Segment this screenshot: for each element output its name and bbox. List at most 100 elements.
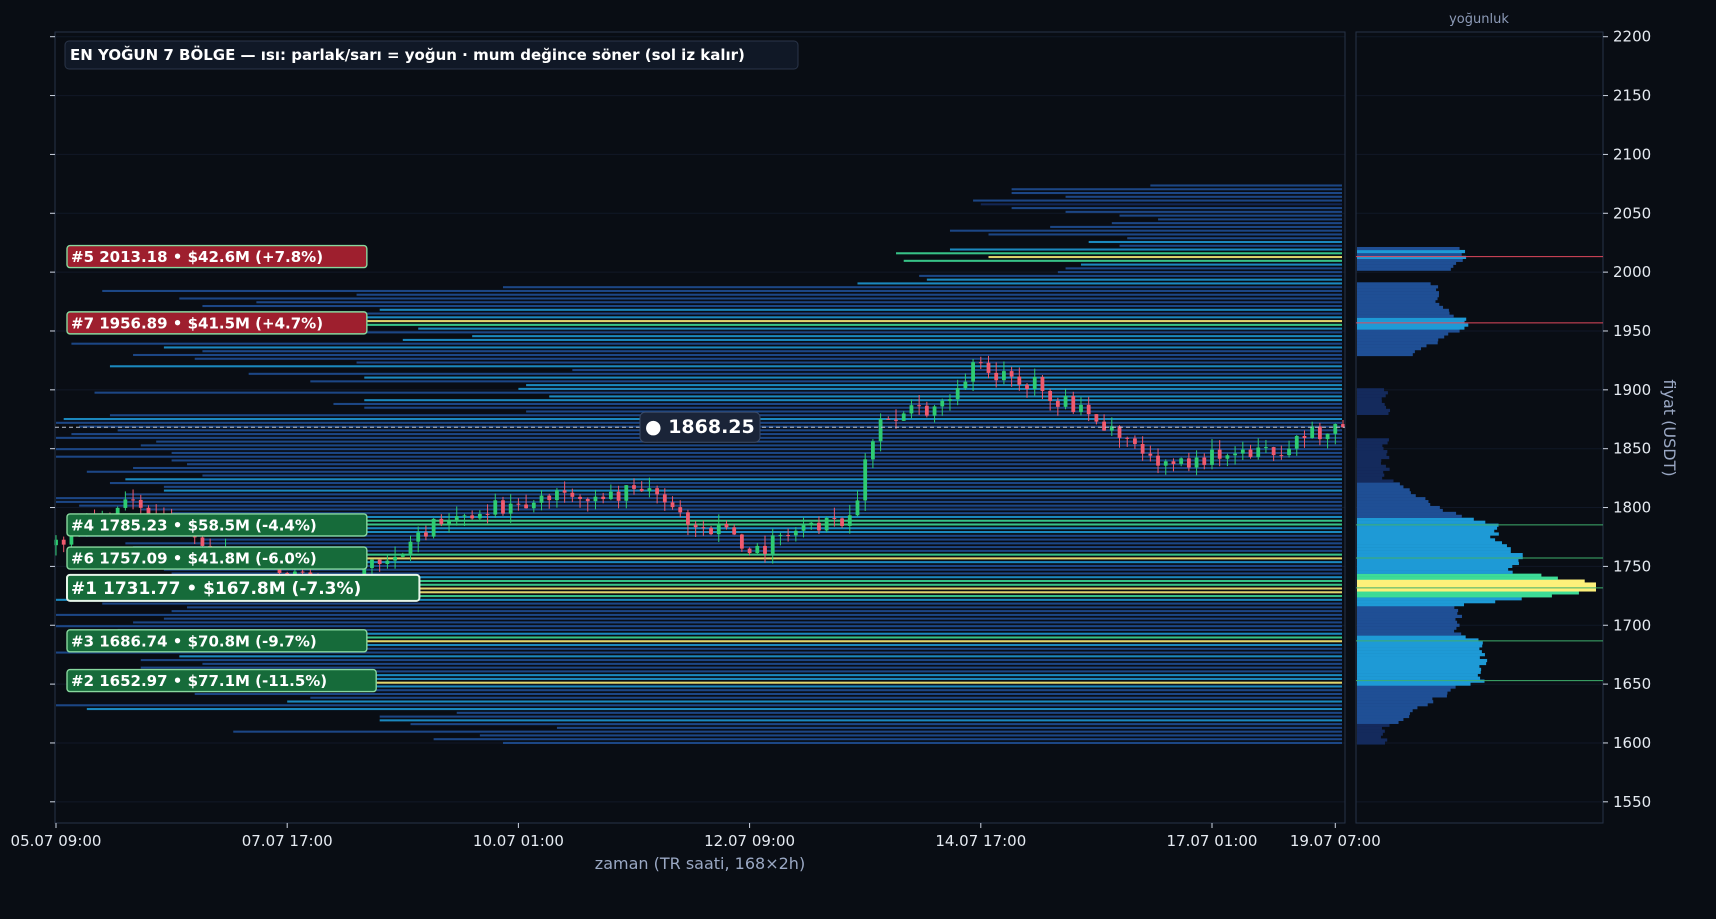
candle-body [832, 517, 837, 519]
profile-bar [1357, 267, 1451, 271]
profile-bar [1357, 661, 1487, 666]
profile-bar [1357, 517, 1474, 521]
profile-bar [1357, 658, 1488, 663]
x-tick-label: 12.07 09:00 [704, 832, 795, 850]
y-tick-label: 1800 [1613, 499, 1651, 517]
heat-level [56, 448, 1342, 451]
candle-body [593, 496, 598, 502]
profile-bar [1357, 644, 1483, 648]
candle-body [408, 541, 413, 554]
heat-level [109, 365, 1343, 368]
heat-level [86, 470, 1343, 473]
candle-body [940, 400, 945, 407]
heat-level [140, 444, 1342, 447]
profile-bar [1357, 294, 1439, 298]
profile-bar [1357, 479, 1394, 483]
profile-bar [1357, 653, 1485, 657]
candle-body [1009, 371, 1014, 377]
candle-body [1002, 371, 1006, 381]
candle-body [439, 518, 444, 525]
heat-level [102, 289, 1343, 292]
profile-bar [1357, 341, 1438, 345]
x-tick-label: 14.07 17:00 [935, 832, 1026, 850]
profile-bar [1357, 447, 1384, 451]
profile-bar [1357, 308, 1449, 312]
profile-bar [1357, 452, 1387, 457]
candle-body [847, 515, 852, 526]
candle-body [447, 520, 451, 525]
candle-body [809, 522, 814, 525]
profile-bar [1357, 667, 1482, 671]
profile-bar [1357, 558, 1519, 563]
candle-body [1325, 433, 1330, 440]
profile-bar [1357, 476, 1383, 480]
profile-bar [1357, 488, 1410, 492]
chart-svg: 1550 1600 1650 1700 1750 1800 1850 1900 1950 2000… [0, 0, 1716, 915]
candle-body [778, 535, 783, 537]
candle-body [817, 522, 821, 531]
profile-bar [1357, 641, 1483, 645]
profile-bar [1357, 723, 1390, 727]
candle-body [200, 537, 205, 546]
candle-body [400, 553, 405, 557]
profile-bar [1357, 688, 1451, 692]
heat-level [310, 380, 1342, 383]
candle-body [377, 559, 382, 564]
profile-bar [1357, 608, 1459, 613]
candle-body [801, 524, 806, 531]
candle-body [840, 518, 844, 526]
profile-bar [1357, 473, 1385, 477]
heat-level [1111, 222, 1342, 225]
chart-title: EN YOĞUN 7 BÖLGE — ısı: parlak/sarı = yo… [70, 45, 745, 64]
profile-bar [1357, 735, 1381, 739]
zone-label: #1 1731.77 • $167.8M (-7.3%) [71, 579, 361, 599]
candle-body [755, 545, 760, 554]
profile-bar [1357, 438, 1389, 442]
heat-level [133, 466, 1342, 470]
x-tick-label: 07.07 17:00 [242, 832, 333, 850]
profile-bar [1357, 291, 1439, 295]
heat-level [1080, 263, 1342, 266]
candle-body [547, 495, 552, 501]
profile-bar [1357, 494, 1416, 498]
profile-bar [1357, 635, 1466, 639]
profile-bar [1357, 264, 1454, 268]
candle-body [1079, 404, 1083, 412]
candle-body [1294, 436, 1299, 449]
candle-body [131, 499, 135, 501]
heat-level [1158, 218, 1342, 221]
candle-body [724, 523, 729, 528]
y-tick-label: 2150 [1613, 87, 1651, 105]
heat-level [163, 489, 1342, 492]
profile-bar [1357, 332, 1449, 336]
profile-bar [1357, 670, 1481, 674]
heat-level [256, 301, 1343, 304]
heat-level [549, 395, 1342, 398]
candle-body [747, 548, 752, 554]
heat-level [364, 399, 1343, 402]
candle-body [416, 532, 421, 542]
profile-bar [1357, 544, 1507, 548]
profile-bar [1357, 317, 1467, 321]
candle-body [1225, 455, 1230, 459]
heat-level [56, 704, 1342, 707]
candle-body [1094, 414, 1099, 422]
heat-level [56, 497, 1342, 500]
candle-body [524, 504, 529, 509]
candle-body [462, 515, 467, 517]
y-tick-label: 1650 [1613, 675, 1651, 693]
candle-body [1202, 457, 1207, 465]
heat-level [140, 666, 1342, 669]
heat-level [56, 455, 1342, 458]
profile-bar [1357, 400, 1382, 404]
heat-level [94, 391, 1342, 394]
profile-bar [1357, 732, 1383, 736]
heat-level [202, 643, 1342, 647]
candle-body [1133, 438, 1137, 444]
candle-body [1186, 458, 1191, 468]
heat-level [233, 730, 1343, 733]
profile-bar [1357, 408, 1391, 413]
zone-label: #4 1785.23 • $58.5M (-4.4%) [71, 516, 317, 534]
profile-bar [1357, 532, 1499, 536]
profile-bar [1357, 299, 1436, 304]
